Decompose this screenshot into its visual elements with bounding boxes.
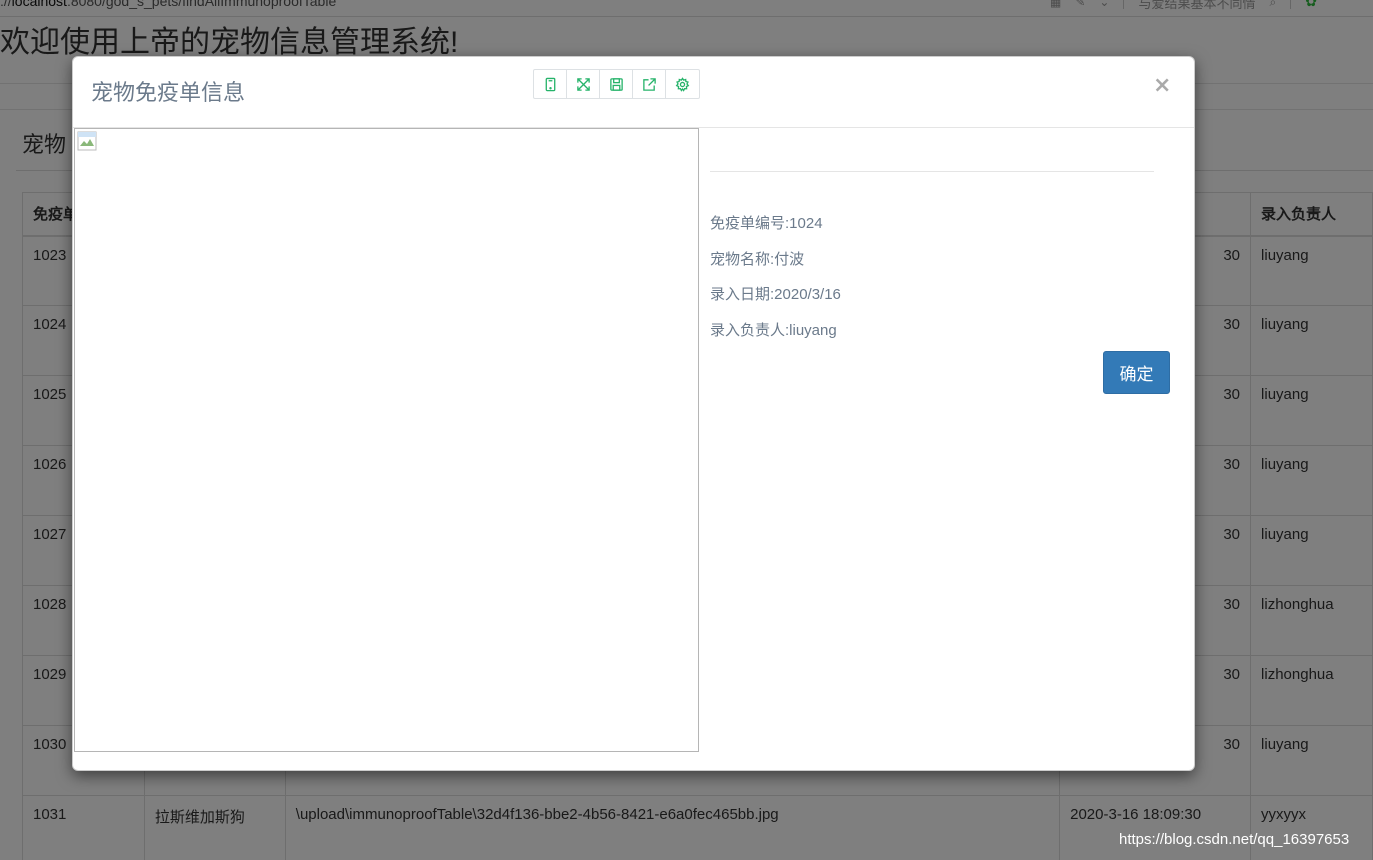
viewer-toolbar: [533, 69, 700, 99]
immunoproof-info-modal: 宠物免疫单信息 × 免疫单编号:1024 宠物名称:付波 录入日期:2020/3…: [72, 56, 1195, 771]
field-immunoproof-id: 免疫单编号:1024: [710, 215, 823, 232]
immunoproof-image-frame: [74, 128, 699, 752]
settings-icon[interactable]: [666, 70, 699, 98]
field-pet-name: 宠物名称:付波: [710, 251, 805, 268]
modal-header: 宠物免疫单信息 ×: [73, 57, 1194, 128]
broken-image-icon: [77, 131, 97, 151]
field-entry-owner: 录入负责人:liuyang: [710, 322, 837, 339]
modal-title: 宠物免疫单信息: [91, 81, 246, 106]
fullscreen-icon[interactable]: [567, 70, 600, 98]
save-icon[interactable]: [600, 70, 633, 98]
confirm-button[interactable]: 确定: [1103, 351, 1170, 394]
share-icon[interactable]: [633, 70, 666, 98]
divider: [710, 171, 1154, 172]
watermark-text: https://blog.csdn.net/qq_16397653: [1119, 831, 1350, 848]
close-button[interactable]: ×: [1153, 73, 1171, 98]
tablet-icon[interactable]: [534, 70, 567, 98]
field-entry-date: 录入日期:2020/3/16: [710, 286, 841, 303]
